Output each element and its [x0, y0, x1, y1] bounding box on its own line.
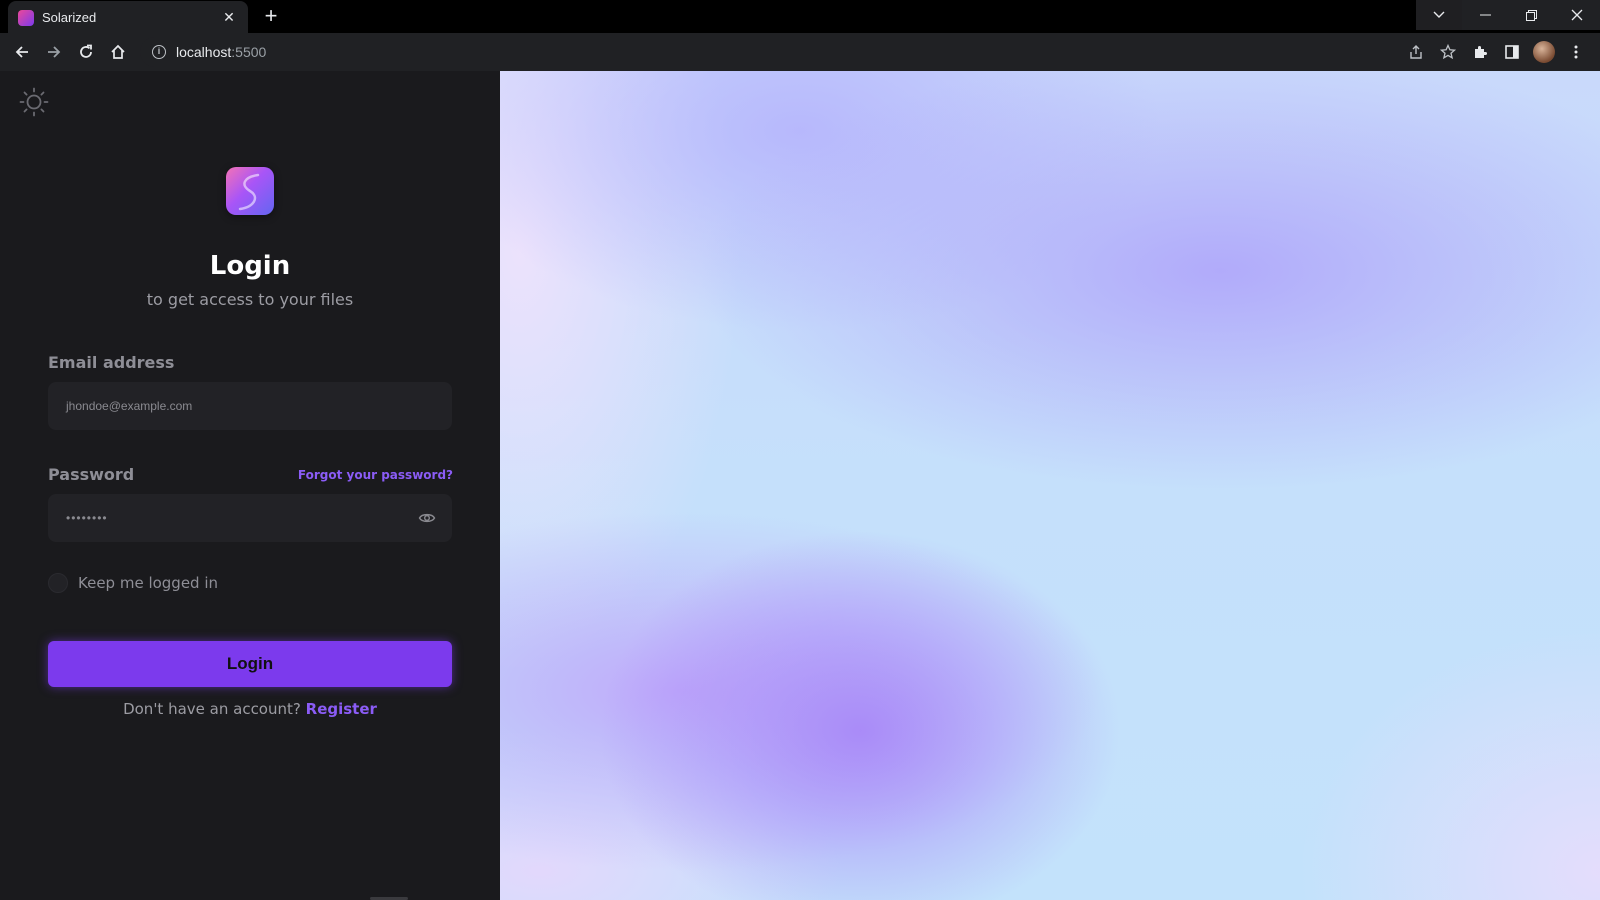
tab-favicon-icon — [18, 9, 34, 26]
page-subtitle: to get access to your files — [146, 290, 354, 309]
browser-tabstrip: Solarized ✕ + — [0, 0, 1600, 34]
tab-close-icon[interactable]: ✕ — [220, 9, 238, 26]
puzzle-icon — [1475, 46, 1487, 58]
reload-button[interactable] — [70, 36, 102, 68]
keep-logged-in-checkbox[interactable] — [48, 573, 68, 593]
browser-tab[interactable]: Solarized ✕ — [8, 1, 248, 34]
keep-logged-in-row[interactable]: Keep me logged in — [48, 573, 218, 593]
email-placeholder: jhondoe@example.com — [66, 399, 193, 413]
login-button[interactable]: Login — [48, 641, 452, 687]
sun-icon — [19, 87, 49, 117]
email-label: Email address — [48, 353, 175, 372]
keep-logged-in-label: Keep me logged in — [78, 574, 219, 592]
minimize-icon — [1479, 14, 1491, 16]
login-panel: Login to get access to your files Email … — [0, 71, 500, 900]
star-icon — [1440, 44, 1456, 60]
register-prompt-row: Don't have an account? Register — [0, 700, 500, 718]
forgot-password-link[interactable]: Forgot your password? — [298, 468, 453, 482]
bookmark-button[interactable] — [1432, 36, 1464, 68]
new-tab-button[interactable]: + — [258, 4, 284, 30]
home-button[interactable] — [102, 36, 134, 68]
tab-search-button[interactable] — [1416, 0, 1462, 30]
menu-button[interactable] — [1560, 36, 1592, 68]
url-port: :5500 — [231, 44, 267, 60]
restore-icon — [1525, 9, 1537, 21]
side-panel-icon — [1505, 45, 1519, 59]
theme-toggle-button[interactable] — [18, 86, 50, 118]
browser-toolbar: i localhost:5500 — [0, 33, 1600, 71]
arrow-right-icon — [48, 46, 61, 58]
page-title: Login — [209, 251, 291, 281]
forward-button[interactable] — [38, 36, 70, 68]
avatar — [1533, 41, 1555, 63]
arrow-left-icon — [15, 46, 28, 58]
side-panel-button[interactable] — [1496, 36, 1528, 68]
email-field[interactable]: jhondoe@example.com — [48, 382, 452, 430]
share-button[interactable] — [1400, 36, 1432, 68]
share-icon — [1410, 45, 1422, 59]
tab-title: Solarized — [42, 10, 97, 25]
password-masked-value: •••••••• — [66, 511, 108, 525]
home-icon — [111, 44, 125, 59]
window-controls — [1416, 0, 1600, 30]
address-bar[interactable]: i localhost:5500 — [140, 37, 1460, 67]
toolbar-actions — [1400, 36, 1592, 68]
password-label: Password — [48, 465, 135, 484]
close-window-button[interactable] — [1554, 0, 1600, 30]
url-host: localhost — [176, 44, 232, 60]
more-vertical-icon — [1574, 45, 1578, 59]
extensions-button[interactable] — [1464, 36, 1496, 68]
password-field[interactable]: •••••••• — [48, 494, 452, 542]
back-button[interactable] — [6, 36, 38, 68]
reload-icon — [80, 44, 92, 58]
chevron-down-icon — [1433, 11, 1445, 18]
close-icon — [1571, 9, 1583, 21]
page-viewport: Login to get access to your files Email … — [0, 71, 1600, 900]
register-prompt: Don't have an account? — [123, 700, 301, 718]
solarized-logo-icon — [226, 167, 274, 215]
eye-icon[interactable] — [418, 509, 436, 527]
minimize-button[interactable] — [1462, 0, 1508, 30]
profile-button[interactable] — [1528, 36, 1560, 68]
restore-button[interactable] — [1508, 0, 1554, 30]
gradient-hero-panel — [500, 71, 1600, 900]
info-icon[interactable]: i — [152, 45, 166, 59]
register-link[interactable]: Register — [306, 700, 377, 718]
